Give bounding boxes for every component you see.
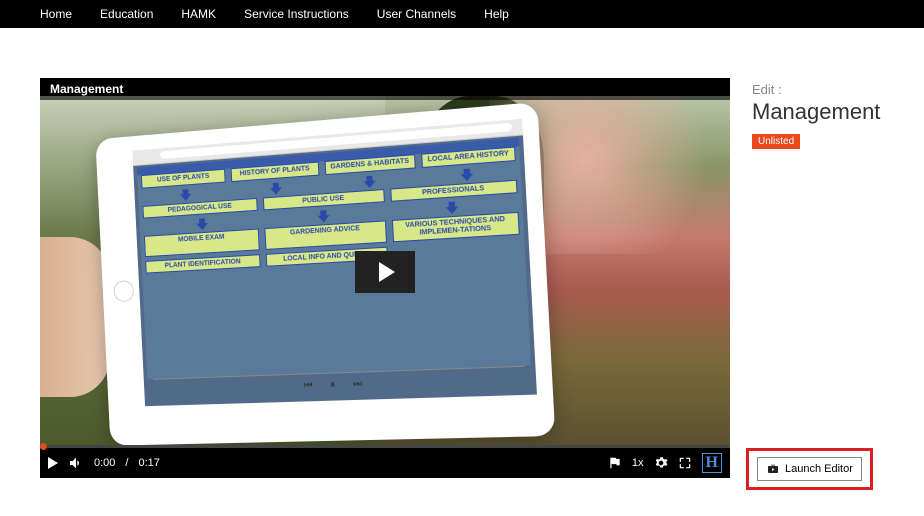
- top-nav: Home Education HAMK Service Instructions…: [0, 0, 924, 28]
- gear-icon: [654, 456, 668, 470]
- arrow-down-icon: [445, 202, 458, 215]
- arrow-down-icon: [460, 168, 473, 181]
- volume-icon: [68, 455, 84, 471]
- arrow-down-icon: [270, 182, 282, 195]
- diagram-box: PLANT IDENTIFICATION: [145, 254, 261, 274]
- launch-editor-highlight: Launch Editor: [746, 448, 873, 490]
- tablet-screen: USE OF PLANTS HISTORY OF PLANTS GARDENS …: [132, 119, 537, 406]
- pause-icon: ⏸: [330, 379, 336, 390]
- arrow-down-icon: [318, 210, 330, 223]
- video-player: Management USE OF PLANTS HISTORY OF PLAN…: [40, 78, 730, 478]
- volume-button[interactable]: [68, 455, 84, 471]
- diagram-box: LOCAL AREA HISTORY: [421, 147, 516, 168]
- duration: 0:17: [138, 457, 159, 469]
- edit-label: Edit :: [752, 82, 902, 97]
- progress-bar[interactable]: [40, 445, 730, 448]
- nav-help[interactable]: Help: [484, 7, 509, 21]
- flag-icon: [608, 456, 622, 470]
- fullscreen-icon: [678, 456, 692, 470]
- play-button[interactable]: [48, 457, 58, 469]
- fullscreen-button[interactable]: [678, 456, 692, 470]
- arrow-down-icon: [180, 189, 192, 201]
- diagram: USE OF PLANTS HISTORY OF PLANTS GARDENS …: [137, 138, 531, 379]
- time-separator: /: [125, 457, 128, 469]
- page-title: Management: [752, 99, 902, 125]
- status-badge: Unlisted: [752, 134, 800, 149]
- diagram-box: HISTORY OF PLANTS: [231, 162, 319, 182]
- edit-sidebar: Edit : Management Unlisted Launch Editor: [752, 78, 902, 478]
- next-track-icon: ⏭: [353, 378, 363, 389]
- video-editor-icon: [766, 463, 780, 475]
- flag-button[interactable]: [608, 456, 622, 470]
- progress-handle-icon[interactable]: [40, 443, 47, 450]
- nav-education[interactable]: Education: [100, 7, 153, 21]
- settings-button[interactable]: [654, 456, 668, 470]
- video-title: Management: [40, 78, 730, 100]
- nav-home[interactable]: Home: [40, 7, 72, 21]
- prev-track-icon: ⏮: [303, 380, 312, 391]
- diagram-box: USE OF PLANTS: [141, 169, 226, 189]
- nav-user-channels[interactable]: User Channels: [377, 7, 456, 21]
- nav-hamk[interactable]: HAMK: [181, 7, 216, 21]
- big-play-button[interactable]: [355, 251, 415, 293]
- play-icon: [379, 262, 395, 282]
- playback-speed[interactable]: 1x: [632, 457, 644, 469]
- video-thumbnail[interactable]: USE OF PLANTS HISTORY OF PLANTS GARDENS …: [40, 96, 730, 448]
- h-logo[interactable]: H: [702, 453, 722, 473]
- tablet-device: USE OF PLANTS HISTORY OF PLANTS GARDENS …: [95, 102, 555, 446]
- arrow-down-icon: [196, 218, 208, 230]
- arrow-down-icon: [363, 175, 376, 188]
- video-controls-bar: 0:00 / 0:17 1x H: [40, 448, 730, 478]
- nav-service-instructions[interactable]: Service Instructions: [244, 7, 349, 21]
- launch-editor-button[interactable]: Launch Editor: [757, 457, 862, 481]
- current-time: 0:00: [94, 457, 115, 469]
- play-icon: [48, 457, 58, 469]
- diagram-box: GARDENS & HABITATS: [324, 154, 415, 175]
- launch-editor-label: Launch Editor: [785, 463, 853, 475]
- tablet-home-button-icon: [113, 280, 134, 302]
- hand-shape: [40, 237, 110, 397]
